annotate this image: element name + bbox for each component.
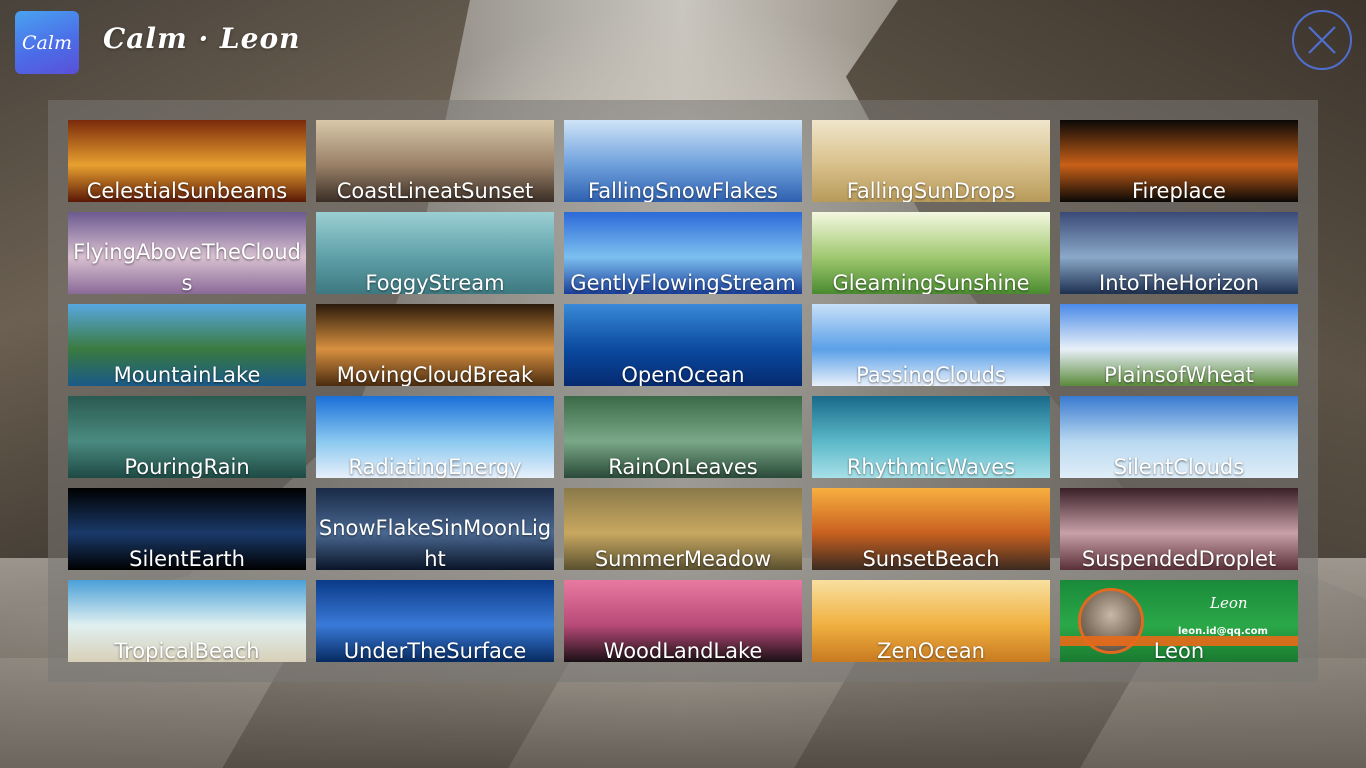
scene-tile[interactable]: SilentEarth	[68, 488, 306, 570]
scene-tile[interactable]: CoastLineatSunset	[316, 120, 554, 202]
scene-tile[interactable]: UnderTheSurface	[316, 580, 554, 662]
scene-label: Leon	[1153, 639, 1205, 662]
scene-tile[interactable]: SunsetBeach	[812, 488, 1050, 570]
scene-label: CoastLineatSunset	[336, 179, 534, 202]
scene-label: MountainLake	[113, 363, 261, 386]
scene-tile[interactable]: RainOnLeaves	[564, 396, 802, 478]
scene-tile[interactable]: Fireplace	[1060, 120, 1298, 202]
scene-tile[interactable]: FlyingAboveTheClouds	[68, 212, 306, 294]
scene-label: FallingSnowFlakes	[588, 179, 778, 202]
logo-text: Calm	[22, 31, 72, 54]
scene-label: IntoTheHorizon	[1099, 271, 1259, 294]
scene-label: ZenOcean	[877, 639, 985, 662]
scene-tile[interactable]: FallingSunDrops	[812, 120, 1050, 202]
scene-label: GentlyFlowingStream	[570, 271, 796, 294]
scene-label: SummerMeadow	[594, 547, 772, 570]
app-title: Calm · Leon	[103, 22, 301, 55]
scene-label: RhythmicWaves	[846, 455, 1016, 478]
scene-label: UnderTheSurface	[343, 639, 527, 662]
scene-label: RadiatingEnergy	[348, 455, 522, 478]
scene-label: Fireplace	[1132, 179, 1226, 202]
scene-tile[interactable]: GentlyFlowingStream	[564, 212, 802, 294]
app-logo: Calm	[15, 11, 79, 74]
scene-tile[interactable]: GleamingSunshine	[812, 212, 1050, 294]
scene-tile[interactable]: OpenOcean	[564, 304, 802, 386]
scene-label: FallingSunDrops	[846, 179, 1016, 202]
scene-grid-panel: CelestialSunbeams CoastLineatSunset Fallin…	[48, 100, 1318, 682]
scene-tile[interactable]: PouringRain	[68, 396, 306, 478]
scene-tile[interactable]: SuspendedDroplet	[1060, 488, 1298, 570]
scene-label: PassingClouds	[856, 363, 1006, 386]
scene-label: PlainsofWheat	[1104, 363, 1254, 386]
scene-label: SilentEarth	[129, 547, 245, 570]
scene-tile[interactable]: FoggyStream	[316, 212, 554, 294]
scene-tile[interactable]: SummerMeadow	[564, 488, 802, 570]
close-icon	[1308, 26, 1336, 54]
scene-label: MovingCloudBreak	[336, 363, 534, 386]
scene-label: PouringRain	[124, 455, 250, 478]
profile-script-name: Leon	[1210, 594, 1248, 612]
scene-label: CelestialSunbeams	[86, 179, 288, 202]
scene-tile[interactable]: SilentClouds	[1060, 396, 1298, 478]
scene-label: OpenOcean	[621, 363, 745, 386]
scene-tile[interactable]: ZenOcean	[812, 580, 1050, 662]
scene-tile[interactable]: IntoTheHorizon	[1060, 212, 1298, 294]
scene-tile[interactable]: RhythmicWaves	[812, 396, 1050, 478]
scene-label: FoggyStream	[365, 271, 505, 294]
scene-tile[interactable]: PlainsofWheat	[1060, 304, 1298, 386]
scene-label: GleamingSunshine	[832, 271, 1030, 294]
scene-label: SnowFlakeSinMoonLight	[318, 516, 552, 570]
scene-label: RainOnLeaves	[608, 455, 758, 478]
scene-tile[interactable]: TropicalBeach	[68, 580, 306, 662]
scene-label: SilentClouds	[1113, 455, 1245, 478]
scene-tile[interactable]: MountainLake	[68, 304, 306, 386]
scene-label: TropicalBeach	[114, 639, 260, 662]
scene-label: FlyingAboveTheClouds	[73, 240, 301, 294]
scene-label: WoodLandLake	[603, 639, 763, 662]
scene-label: SunsetBeach	[862, 547, 1000, 570]
scene-tile[interactable]: MovingCloudBreak	[316, 304, 554, 386]
scene-tile[interactable]: SnowFlakeSinMoonLight	[316, 488, 554, 570]
scene-tile[interactable]: CelestialSunbeams	[68, 120, 306, 202]
scene-tile[interactable]: WoodLandLake	[564, 580, 802, 662]
close-button[interactable]	[1292, 10, 1352, 70]
scene-tile[interactable]: RadiatingEnergy	[316, 396, 554, 478]
scene-tile[interactable]: PassingClouds	[812, 304, 1050, 386]
scene-label: SuspendedDroplet	[1081, 547, 1277, 570]
scene-tile[interactable]: FallingSnowFlakes	[564, 120, 802, 202]
scene-tile[interactable]: Leon leon.id@qq.com Leon	[1060, 580, 1298, 662]
